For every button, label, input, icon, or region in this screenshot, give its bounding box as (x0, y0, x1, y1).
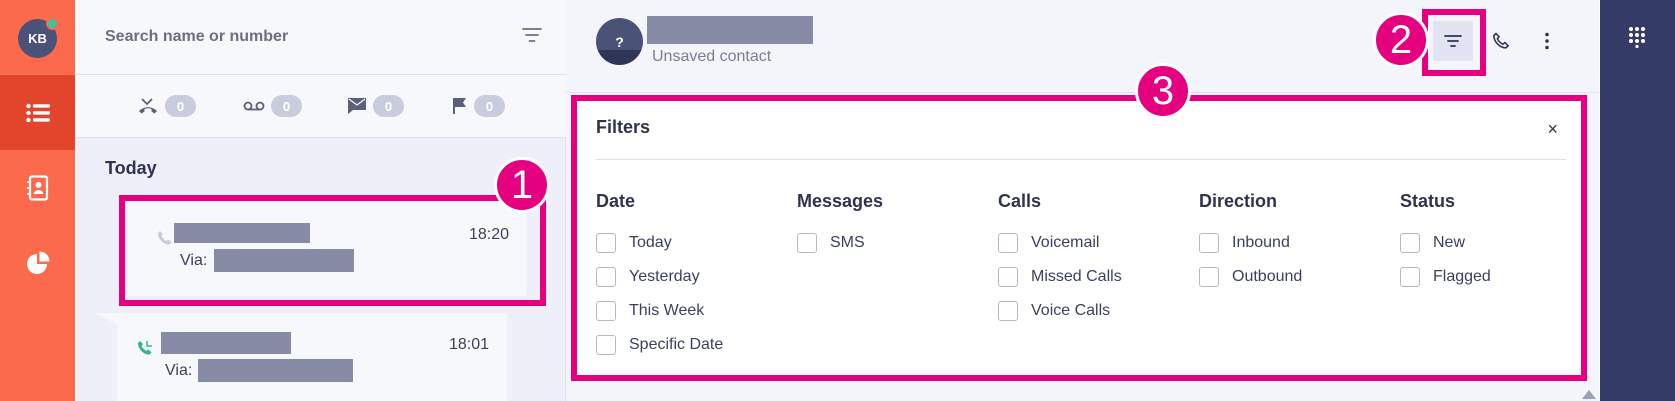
right-rail (1600, 0, 1675, 401)
nav-conversations-button[interactable] (0, 75, 75, 150)
contacts-book-icon (26, 174, 48, 201)
conversation-time: 18:01 (448, 336, 489, 353)
left-nav-rail: KB (0, 0, 75, 401)
missed-call-icon (139, 98, 157, 114)
missed-calls-counter[interactable]: 0 (137, 95, 196, 117)
user-initials: KB (28, 31, 47, 46)
messages-badge: 0 (373, 95, 404, 117)
annotation-badge-2: 2 (1373, 12, 1429, 68)
more-options-button[interactable] (1527, 21, 1567, 61)
flag-icon (453, 98, 466, 114)
search-bar (75, 0, 566, 75)
phone-icon (1492, 32, 1510, 49)
contact-name-redacted (647, 16, 813, 44)
section-heading-today: Today (105, 158, 157, 178)
call-button[interactable] (1481, 21, 1521, 61)
contact-avatar[interactable]: ? (596, 18, 643, 65)
nav-reports-button[interactable] (0, 225, 75, 300)
presence-dot (46, 17, 59, 30)
pie-chart-icon (26, 251, 49, 274)
user-avatar[interactable]: KB (18, 17, 59, 58)
contact-name-redacted (161, 332, 291, 354)
list-filter-button[interactable] (522, 27, 542, 48)
flagged-counter[interactable]: 0 (452, 95, 505, 117)
conversation-item[interactable]: 18:01 Via: (117, 313, 507, 401)
missed-calls-badge: 0 (165, 95, 196, 117)
annotation-box-filters-panel (571, 95, 1587, 381)
messages-counter[interactable]: 0 (347, 95, 404, 117)
nav-contacts-button[interactable] (0, 150, 75, 225)
search-input[interactable] (105, 24, 485, 50)
flagged-badge: 0 (474, 95, 505, 117)
card-pointer (95, 313, 117, 325)
via-number-redacted (198, 359, 353, 382)
phone-icon (138, 341, 152, 355)
scroll-up-arrow[interactable] (1582, 390, 1596, 399)
contact-avatar-label: ? (615, 33, 624, 50)
contact-subtitle: Unsaved contact (652, 48, 772, 65)
message-icon (348, 98, 366, 114)
annotation-box-conversation (119, 195, 546, 306)
voicemail-counter[interactable]: 0 (243, 95, 302, 117)
dialpad-icon (1629, 27, 1645, 49)
annotation-badge-3: 3 (1135, 63, 1191, 119)
list-icon (25, 103, 50, 122)
more-vertical-icon (1545, 32, 1549, 50)
filter-icon (522, 28, 542, 42)
dialpad-button[interactable] (1628, 26, 1646, 53)
voicemail-badge: 0 (271, 95, 302, 117)
counter-bar: 0 0 0 0 (75, 75, 566, 138)
voicemail-icon (243, 101, 265, 111)
annotation-badge-1: 1 (494, 157, 550, 213)
annotation-box-filter-button (1422, 9, 1486, 76)
via-label: Via: (165, 362, 193, 379)
